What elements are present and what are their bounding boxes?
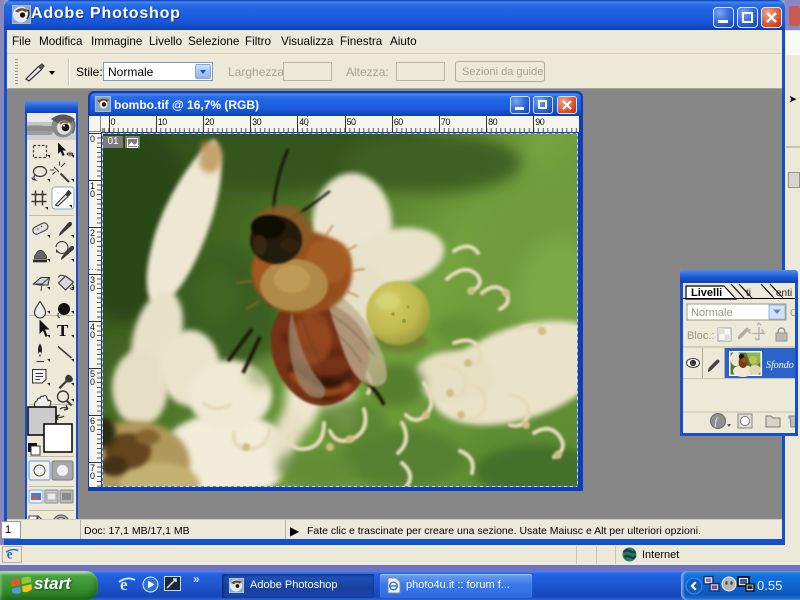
svg-text:Livelli: Livelli — [691, 287, 722, 299]
svg-text:T: T — [57, 321, 69, 340]
svg-text:Normale: Normale — [691, 307, 733, 319]
svg-text:Sfondo: Sfondo — [766, 360, 794, 371]
svg-text:Bloc.:: Bloc.: — [687, 330, 715, 342]
svg-text:ti: ti — [746, 288, 751, 299]
svg-text:enti: enti — [776, 288, 792, 299]
svg-text:O: O — [790, 308, 795, 319]
